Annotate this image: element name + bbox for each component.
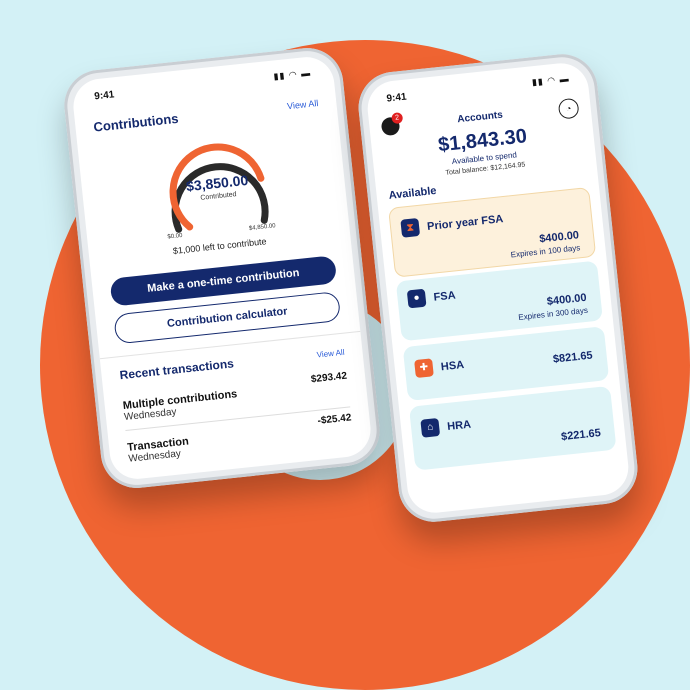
account-name: HRA <box>446 418 472 434</box>
account-expires: Expires in 100 days <box>510 243 581 260</box>
piggy-bank-icon: ● <box>406 288 427 309</box>
account-name: HSA <box>440 358 465 374</box>
page-title: Contributions <box>92 110 180 135</box>
status-icons: ▮▮ ◠ ▬ <box>272 67 312 82</box>
transaction-row[interactable]: Multiple contributions Wednesday <box>122 388 239 423</box>
account-amount: $821.65 <box>552 349 594 366</box>
transaction-row[interactable]: Transaction Wednesday <box>127 435 191 464</box>
available-section-title: Available <box>388 184 438 202</box>
account-card-hra[interactable]: ⌂ HRA $221.65 <box>408 385 617 471</box>
recent-view-all-link[interactable]: View All <box>316 348 345 360</box>
accounts-screen: 9:41 ▮▮ ◠ ▬ 2 ◔ Accounts $1,843.30 Avail… <box>364 60 632 516</box>
status-icons: ▮▮ ◠ ▬ <box>531 73 571 88</box>
status-time: 9:41 <box>386 91 408 105</box>
account-amount: $221.65 <box>560 427 602 444</box>
bank-icon: ⌂ <box>420 417 441 438</box>
transaction-amount: $293.42 <box>310 370 348 386</box>
account-name: FSA <box>433 289 457 304</box>
contributions-screen: 9:41 ▮▮ ◠ ▬ Contributions View All $3,85… <box>70 54 374 482</box>
status-time: 9:41 <box>93 89 115 103</box>
view-all-link[interactable]: View All <box>287 98 319 111</box>
contributions-phone: 9:41 ▮▮ ◠ ▬ Contributions View All $3,85… <box>60 44 384 492</box>
accounts-phone: 9:41 ▮▮ ◠ ▬ 2 ◔ Accounts $1,843.30 Avail… <box>355 50 641 526</box>
account-name: Prior year FSA <box>426 213 504 234</box>
first-aid-icon: ✚ <box>414 358 434 379</box>
account-expires: Expires in 300 days <box>517 305 589 323</box>
hourglass-icon: ⧗ <box>400 217 421 238</box>
recent-transactions-title: Recent transactions <box>118 356 235 383</box>
transaction-amount: -$25.42 <box>317 412 352 427</box>
